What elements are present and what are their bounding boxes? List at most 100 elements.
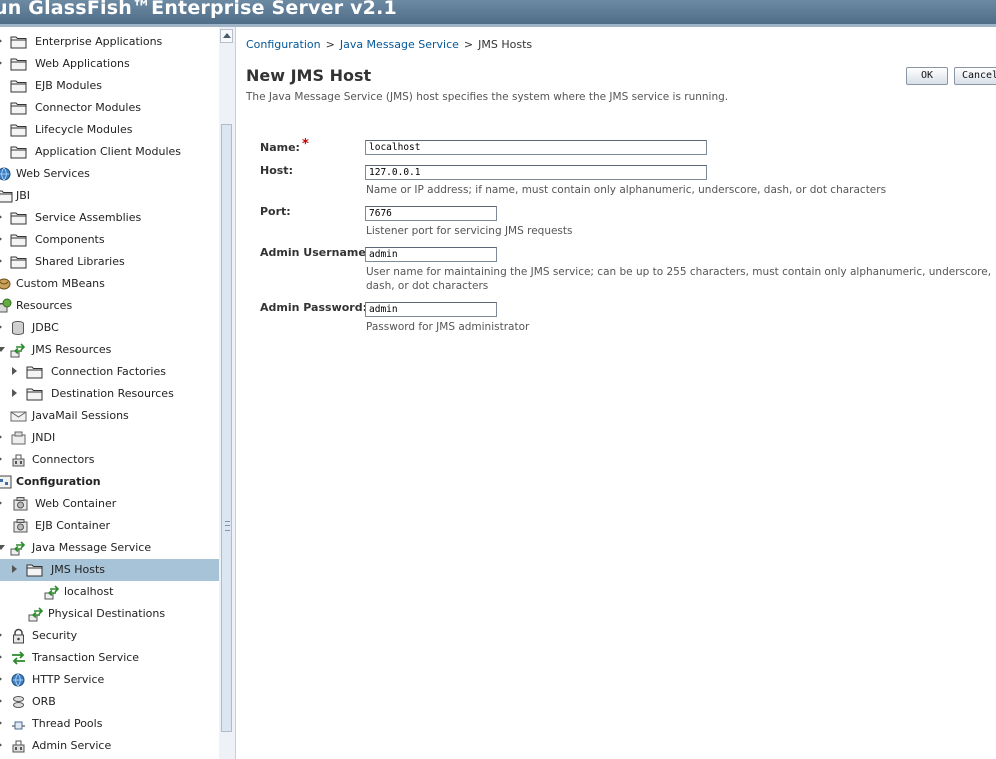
tree-item-jdbc[interactable]: JDBC	[0, 317, 219, 339]
collapsed-arrow-icon[interactable]	[0, 59, 2, 67]
collapsed-arrow-icon[interactable]	[12, 565, 17, 573]
tree-item-resources[interactable]: Resources	[0, 295, 219, 317]
collapsed-arrow-icon[interactable]	[12, 389, 17, 397]
folder-icon	[10, 100, 27, 116]
tree-item-label: HTTP Service	[32, 673, 105, 686]
collapsed-arrow-icon[interactable]	[0, 433, 2, 441]
tree-item-localhost[interactable]: localhost	[0, 581, 219, 603]
tree-item-admin-service[interactable]: Admin Service	[0, 735, 219, 757]
tree-item-web-container[interactable]: Web Container	[0, 493, 219, 515]
tree-item-jndi[interactable]: JNDI	[0, 427, 219, 449]
tree-item-jbi[interactable]: JBI	[0, 185, 219, 207]
breadcrumb-configuration[interactable]: Configuration	[246, 38, 321, 51]
tree-item-application-client-modules[interactable]: Application Client Modules	[0, 141, 219, 163]
tree-item-label: Web Services	[16, 167, 90, 180]
folder-icon	[26, 562, 43, 578]
jms-arrows-icon	[28, 606, 45, 622]
tree-item-lifecycle-modules[interactable]: Lifecycle Modules	[0, 119, 219, 141]
name-input[interactable]	[365, 140, 707, 155]
tree-item-label: JDBC	[32, 321, 59, 334]
required-indicator: *	[301, 137, 309, 152]
tree-item-label: Java Message Service	[32, 541, 152, 554]
lock-icon	[10, 628, 27, 644]
admin-password-help-text: Password for JMS administrator	[366, 321, 530, 333]
collapsed-arrow-icon[interactable]	[0, 235, 2, 243]
bean-icon	[0, 276, 13, 292]
tree-item-transaction-service[interactable]: Transaction Service	[0, 647, 219, 669]
admin-username-input[interactable]	[365, 247, 497, 262]
tree-item-components[interactable]: Components	[0, 229, 219, 251]
tree-item-label: Enterprise Applications	[35, 35, 163, 48]
collapsed-arrow-icon[interactable]	[0, 631, 2, 639]
tree-item-label: Web Applications	[35, 57, 130, 70]
host-input[interactable]	[365, 165, 707, 180]
tree-item-thread-pools[interactable]: Thread Pools	[0, 713, 219, 735]
tree-item-label: JNDI	[32, 431, 56, 444]
breadcrumb-java-message-service[interactable]: Java Message Service	[340, 38, 459, 51]
collapsed-arrow-icon[interactable]	[0, 741, 2, 749]
tree-item-connectors[interactable]: Connectors	[0, 449, 219, 471]
tree-item-physical-destinations[interactable]: Physical Destinations	[0, 603, 219, 625]
tree-item-java-message-service[interactable]: Java Message Service	[0, 537, 219, 559]
tree-item-enterprise-applications[interactable]: Enterprise Applications	[0, 31, 219, 53]
tree-item-web-services[interactable]: Web Services	[0, 163, 219, 185]
folder-icon	[10, 122, 27, 138]
expanded-arrow-icon[interactable]	[0, 347, 5, 352]
tree-item-orb[interactable]: ORB	[0, 691, 219, 713]
tree-item-destination-resources[interactable]: Destination Resources	[0, 383, 219, 405]
tree-item-label: ORB	[32, 695, 56, 708]
collapsed-arrow-icon[interactable]	[0, 653, 2, 661]
tree-item-label: Resources	[16, 299, 73, 312]
configuration-icon	[0, 474, 13, 490]
tree-item-label: EJB Modules	[35, 79, 102, 92]
scroll-up-arrow-icon[interactable]	[220, 29, 233, 43]
collapsed-arrow-icon[interactable]	[0, 213, 2, 221]
collapsed-arrow-icon[interactable]	[0, 37, 2, 45]
collapsed-arrow-icon[interactable]	[0, 499, 2, 507]
port-input[interactable]	[365, 206, 497, 221]
collapsed-arrow-icon[interactable]	[0, 675, 2, 683]
tree-item-jms-resources[interactable]: JMS Resources	[0, 339, 219, 361]
ok-button[interactable]: OK	[906, 67, 948, 85]
expanded-arrow-icon[interactable]	[0, 545, 5, 550]
connector-icon	[10, 738, 27, 754]
breadcrumb-separator: >	[463, 38, 474, 51]
collapsed-arrow-icon[interactable]	[0, 455, 2, 463]
tree-item-configuration[interactable]: Configuration	[0, 471, 219, 493]
tree-item-label: Destination Resources	[51, 387, 174, 400]
tree-item-connector-modules[interactable]: Connector Modules	[0, 97, 219, 119]
tree-item-custom-mbeans[interactable]: Custom MBeans	[0, 273, 219, 295]
tree-item-ejb-modules[interactable]: EJB Modules	[0, 75, 219, 97]
collapsed-arrow-icon[interactable]	[0, 719, 2, 727]
tree-item-web-applications[interactable]: Web Applications	[0, 53, 219, 75]
tree-item-security[interactable]: Security	[0, 625, 219, 647]
folder-icon	[10, 210, 27, 226]
cancel-button[interactable]: Cancel	[954, 67, 996, 85]
tree-item-label: Web Container	[35, 497, 117, 510]
tree-item-label: JBI	[16, 189, 31, 202]
port-help-text: Listener port for servicing JMS requests	[366, 225, 573, 237]
tree-item-http-service[interactable]: HTTP Service	[0, 669, 219, 691]
tree-item-shared-libraries[interactable]: Shared Libraries	[0, 251, 219, 273]
tree-item-label: Configuration	[16, 475, 101, 488]
tree-item-connection-factories[interactable]: Connection Factories	[0, 361, 219, 383]
name-label: Name: *	[260, 137, 309, 155]
tree-item-service-assemblies[interactable]: Service Assemblies	[0, 207, 219, 229]
tree-item-javamail-sessions[interactable]: JavaMail Sessions	[0, 405, 219, 427]
tree-item-label: Admin Service	[32, 739, 112, 752]
scrollbar-thumb[interactable]	[221, 124, 232, 732]
tree-item-jms-hosts[interactable]: JMS Hosts	[0, 559, 219, 581]
collapsed-arrow-icon[interactable]	[12, 367, 17, 375]
resources-icon	[0, 298, 13, 314]
connector-icon	[10, 452, 27, 468]
tree-item-label: Connector Modules	[35, 101, 141, 114]
collapsed-arrow-icon[interactable]	[0, 697, 2, 705]
tree-item-label: JMS Hosts	[51, 563, 105, 576]
collapsed-arrow-icon[interactable]	[0, 257, 2, 265]
tree-scrollbar[interactable]	[219, 27, 236, 759]
admin-password-input[interactable]	[365, 302, 497, 317]
tree-item-ejb-container[interactable]: EJB Container	[0, 515, 219, 537]
admin-password-label: Admin Password:	[260, 301, 367, 314]
collapsed-arrow-icon[interactable]	[0, 323, 2, 331]
tree-item-label: Lifecycle Modules	[35, 123, 133, 136]
